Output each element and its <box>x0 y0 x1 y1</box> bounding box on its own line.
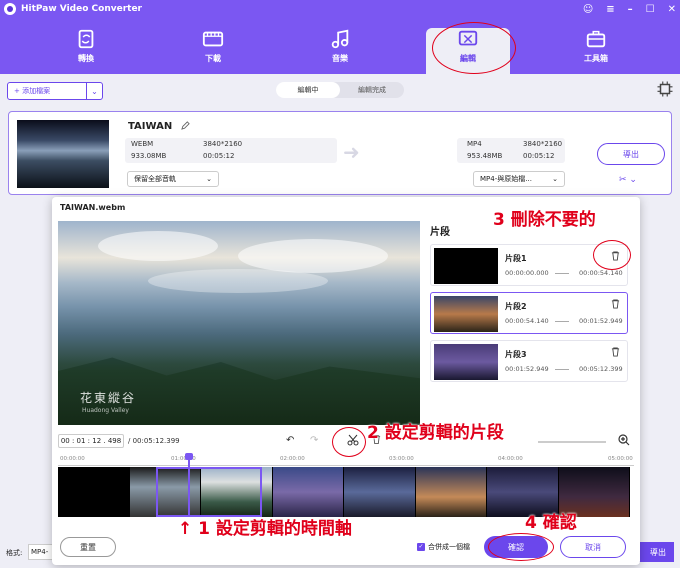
app-logo-icon <box>4 3 16 15</box>
zoom-slider[interactable] <box>538 441 606 443</box>
minimize-icon[interactable]: – <box>628 4 633 15</box>
window-controls: ☺ ≡ – ☐ ✕ <box>583 0 676 18</box>
nav-music[interactable]: 音樂 <box>298 28 382 74</box>
chevron-down-icon[interactable]: ⌄ <box>86 83 102 99</box>
download-icon <box>202 31 224 47</box>
segments-title: 片段 <box>430 227 450 238</box>
video-thumbnail <box>17 120 109 188</box>
selected-range[interactable] <box>156 467 262 517</box>
file-name: TAIWAN <box>128 121 173 132</box>
src-format: WEBM <box>131 140 154 148</box>
nav-download[interactable]: 下載 <box>171 28 255 74</box>
nav-convert[interactable]: 轉換 <box>44 28 128 74</box>
annotation-circle <box>432 22 516 74</box>
maximize-icon[interactable]: ☐ <box>646 4 655 15</box>
trash-icon[interactable] <box>611 347 620 357</box>
segment-thumbnail <box>434 344 498 380</box>
format-label: 格式: <box>6 549 23 557</box>
segment-item[interactable]: 片段2 00:00:54.140 00:01:52.949 <box>430 292 628 334</box>
playhead[interactable] <box>185 453 193 517</box>
arrow-right-icon: ➜ <box>343 140 360 164</box>
checkbox-checked-icon[interactable]: ✓ <box>417 543 425 551</box>
audio-track-select[interactable]: 保留全部音軌 ⌄ <box>127 171 219 187</box>
menu-icon[interactable]: ≡ <box>606 4 614 15</box>
video-preview[interactable]: 花東縱谷 Huadong Valley <box>58 221 420 425</box>
toolbox-icon <box>586 30 606 48</box>
chevron-down-icon: ⌄ <box>552 175 558 183</box>
rename-icon[interactable] <box>181 121 190 130</box>
reset-button[interactable]: 重置 <box>60 537 116 557</box>
segment-thumbnail <box>434 248 498 284</box>
total-duration: / 00:05:12.399 <box>128 437 180 445</box>
annotation-step-4: 4 確認 <box>525 513 577 533</box>
annotation-circle <box>488 533 554 561</box>
scissors-icon[interactable]: ✂ ⌄ <box>619 175 637 185</box>
format-select[interactable]: MP4- <box>28 544 54 560</box>
watermark-subtext: Huadong Valley <box>82 407 129 414</box>
add-file-button[interactable]: + 添加檔案 ⌄ <box>7 82 103 100</box>
main-nav: 轉換 下載 音樂 編輯 工具箱 <box>0 18 680 74</box>
title-bar: HitPaw Video Converter ☺ ≡ – ☐ ✕ <box>0 0 680 18</box>
dst-duration: 00:05:12 <box>523 152 555 160</box>
annotation-circle <box>332 427 366 457</box>
export-button[interactable]: 導出 <box>597 143 665 165</box>
convert-icon <box>78 29 94 49</box>
annotation-step-2: 2 設定剪輯的片段 <box>367 423 504 443</box>
dst-res: 3840*2160 <box>523 140 563 148</box>
src-duration: 00:05:12 <box>203 152 235 160</box>
tab-done[interactable]: 編輯完成 <box>340 82 404 98</box>
dialog-title: TAIWAN.webm <box>60 203 126 212</box>
hardware-accel-icon[interactable] <box>656 80 674 98</box>
redo-icon[interactable]: ↷ <box>310 435 318 446</box>
undo-icon[interactable]: ↶ <box>286 435 294 446</box>
toolbar: + 添加檔案 ⌄ 編輯中 編輯完成 <box>0 74 680 108</box>
cancel-button[interactable]: 取消 <box>560 536 626 558</box>
watermark-text: 花東縱谷 <box>80 391 137 405</box>
music-icon <box>331 29 349 49</box>
dst-format: MP4 <box>467 140 482 148</box>
chevron-down-icon: ⌄ <box>206 175 212 183</box>
dst-size: 953.48MB <box>467 152 503 160</box>
segment-item[interactable]: 片段3 00:01:52.949 00:05:12.399 <box>430 340 628 382</box>
account-icon[interactable]: ☺ <box>583 4 593 15</box>
zoom-in-icon[interactable] <box>618 434 630 446</box>
output-format-select[interactable]: MP4-與原始檔... ⌄ <box>473 171 565 187</box>
close-icon[interactable]: ✕ <box>668 4 676 15</box>
segment-thumbnail <box>434 296 498 332</box>
timeline-ruler: 00:00:00 01:00:00 02:00:00 03:00:00 04:0… <box>58 456 634 466</box>
annotation-step-3: 3 刪除不要的 <box>493 210 596 230</box>
merge-checkbox[interactable]: ✓ 合併成一個檔 <box>417 542 470 552</box>
nav-toolbox[interactable]: 工具箱 <box>554 28 638 74</box>
src-size: 933.08MB <box>131 152 167 160</box>
src-res: 3840*2160 <box>203 140 243 148</box>
app-title: HitPaw Video Converter <box>21 4 142 14</box>
trash-icon[interactable] <box>611 299 620 309</box>
file-card: TAIWAN WEBM 3840*2160 933.08MB 00:05:12 … <box>8 111 672 195</box>
timecode-input[interactable]: 00 : 01 : 12 . 498 <box>58 434 124 448</box>
tab-editing[interactable]: 編輯中 <box>276 82 340 98</box>
annotation-step-1: ↑ 1 設定剪輯的時間軸 <box>178 519 352 539</box>
edit-status-tabs: 編輯中 編輯完成 <box>276 82 404 98</box>
annotation-circle <box>593 240 631 270</box>
